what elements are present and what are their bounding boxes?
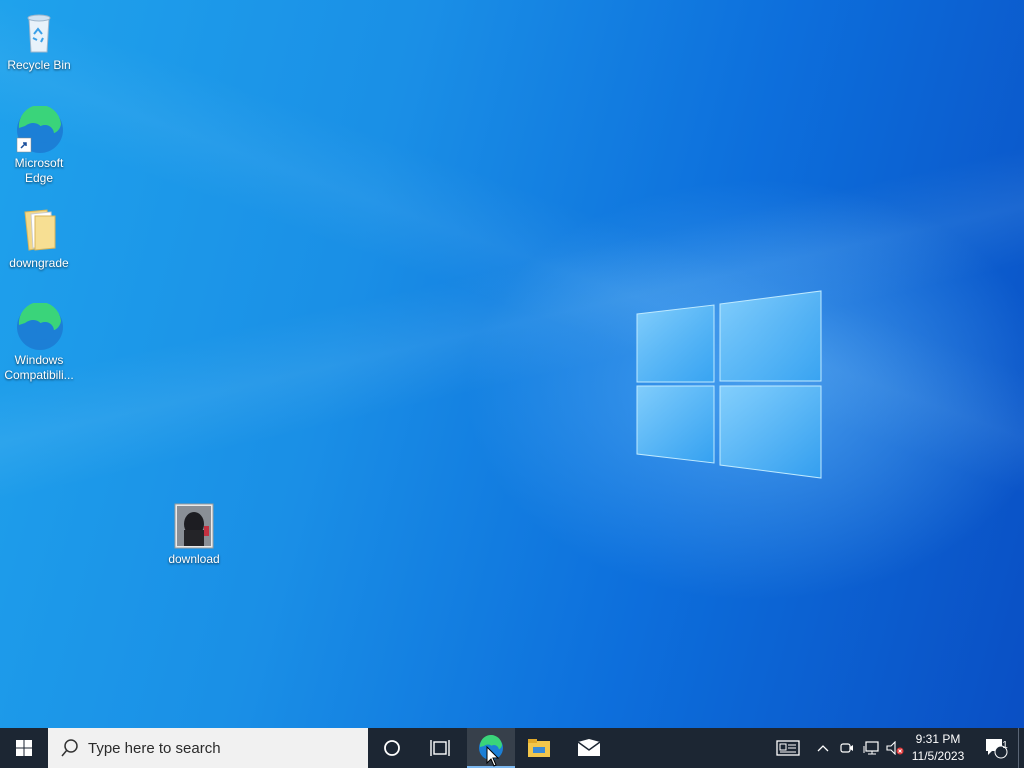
taskbar-clock[interactable]: 9:31 PM 11/5/2023 [906,731,970,765]
chevron-up-icon [817,745,829,752]
clock-time: 9:31 PM [915,732,961,746]
desktop-icon-label: downgrade [9,256,69,270]
news-icon [776,740,800,756]
news-button[interactable] [772,728,804,768]
mail-button[interactable] [565,728,613,768]
desktop-icon-label: Windows Compatibili... [4,353,74,382]
wallpaper-light-beams [0,0,1024,728]
windows-wallpaper-logo [636,290,822,479]
folder-icon [15,206,63,254]
clock-date: 11/5/2023 [911,749,965,763]
taskbar-search-box[interactable]: Type here to search [48,728,368,768]
edge-icon [15,301,63,351]
taskbar: Type here to search 9:31 PM 11/5/2023 1 [0,728,1024,768]
search-icon [61,739,78,757]
search-placeholder: Type here to search [88,739,221,757]
desktop-icon-label: Recycle Bin [7,58,71,72]
show-desktop-button[interactable] [1018,728,1024,768]
volume-button[interactable] [884,728,906,768]
meet-now-button[interactable] [836,728,858,768]
desktop[interactable]: Recycle Bin Microsoft Edge downgrade Win… [0,0,1024,728]
start-button[interactable] [0,728,48,768]
desktop-icon-download[interactable]: download [156,502,232,567]
desktop-icon-label: download [168,552,220,566]
desktop-icon-recycle-bin[interactable]: Recycle Bin [1,8,77,73]
task-view-icon [430,740,450,756]
mouse-cursor-icon [486,746,500,767]
network-icon [863,741,879,755]
file-explorer-button[interactable] [515,728,563,768]
notification-count: 1 [1002,740,1008,751]
show-hidden-icons-button[interactable] [812,728,834,768]
recycle-bin-icon [15,8,63,56]
desktop-icon-label: Microsoft Edge [14,156,64,185]
edge-icon [15,104,63,154]
task-view-button[interactable] [416,728,464,768]
volume-muted-icon [886,741,904,755]
mail-icon [577,739,601,756]
desktop-icon-microsoft-edge[interactable]: Microsoft Edge [1,104,77,186]
desktop-icon-windows-compatibility[interactable]: Windows Compatibili... [1,301,77,383]
cortana-icon [384,740,400,756]
file-explorer-icon [528,739,550,757]
action-center-button[interactable]: 1 [978,728,1014,768]
cortana-button[interactable] [368,728,416,768]
desktop-icon-downgrade[interactable]: downgrade [1,206,77,271]
network-button[interactable] [859,728,883,768]
image-thumbnail-icon [170,502,218,550]
windows-start-icon [16,740,32,756]
meet-now-icon [840,743,853,753]
